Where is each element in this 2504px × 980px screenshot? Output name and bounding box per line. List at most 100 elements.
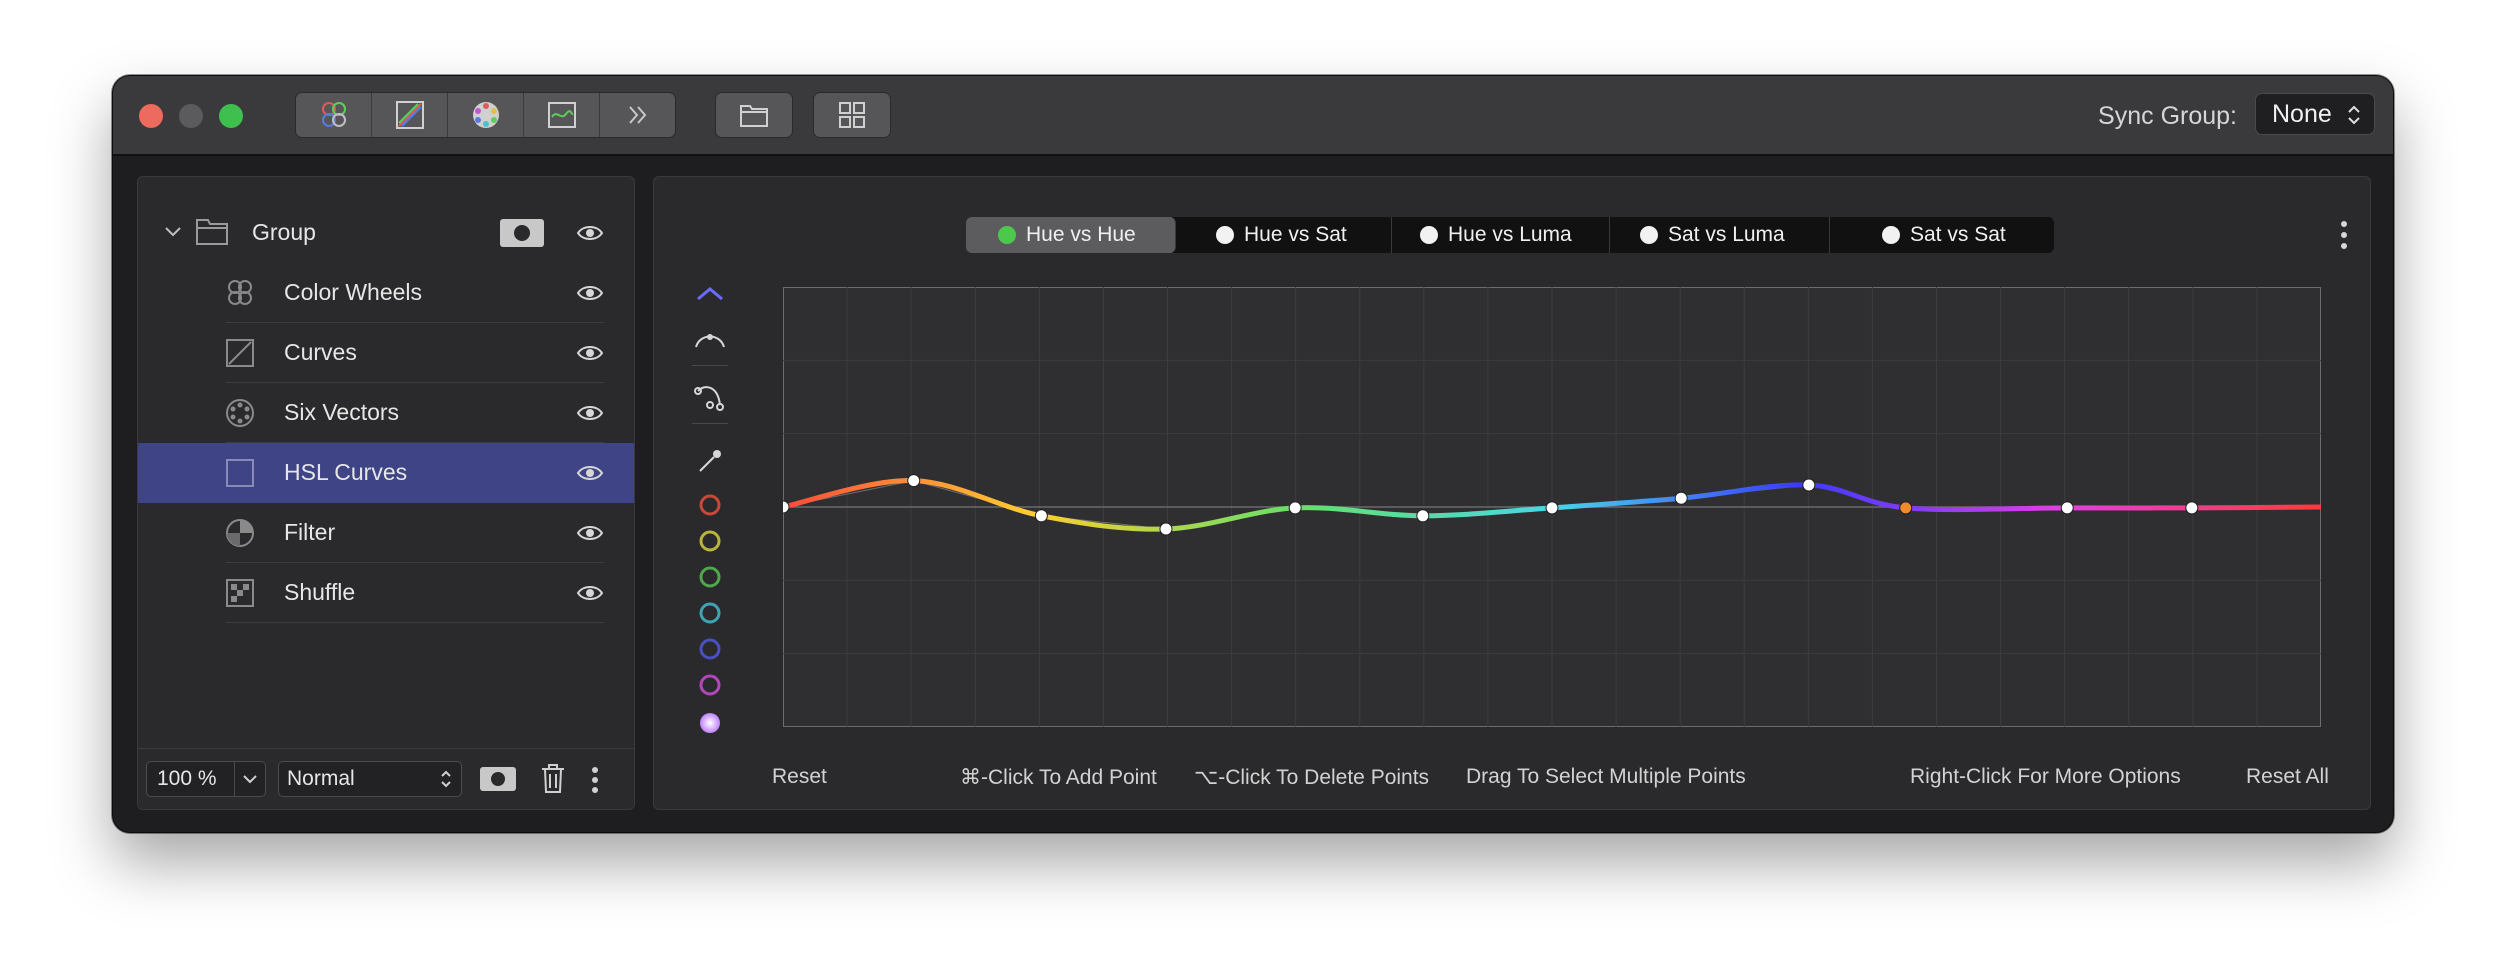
hue-swatch[interactable] <box>699 674 721 696</box>
tab-sat-vs-luma[interactable]: Sat vs Luma <box>1610 217 1830 253</box>
chevron-down-icon <box>243 775 257 784</box>
curve-mode-tabs: Hue vs Hue Hue vs Sat Hue vs Luma Sat vs… <box>966 217 2054 253</box>
eye-icon[interactable] <box>576 581 604 605</box>
eye-icon[interactable] <box>576 461 604 485</box>
row-divider <box>226 622 604 623</box>
tab-sat-vs-sat[interactable]: Sat vs Sat <box>1830 217 2054 253</box>
curve-point[interactable] <box>1034 509 1048 523</box>
grid-icon <box>839 102 865 128</box>
hsl-curves-window: Sync Group: None Group Color Wheels Curv… <box>112 75 2394 833</box>
curve-point-selected[interactable] <box>1899 501 1913 515</box>
curve-point[interactable] <box>2060 501 2074 515</box>
reset-button[interactable]: Reset <box>772 765 827 789</box>
eye-icon[interactable] <box>576 521 604 545</box>
eye-icon[interactable] <box>576 401 604 425</box>
layer-label: HSL Curves <box>284 459 408 485</box>
curve-point[interactable] <box>1674 491 1688 505</box>
layer-row-hsl-curves[interactable]: HSL Curves <box>138 443 634 503</box>
zoom-window-button[interactable] <box>219 104 243 128</box>
blend-mode-value: Normal <box>287 767 355 790</box>
all-hues-swatch[interactable] <box>700 713 720 733</box>
hue-swatch[interactable] <box>699 638 721 660</box>
hint-delete-points: ⌥-Click To Delete Points <box>1194 766 1430 789</box>
mask-button[interactable] <box>480 767 516 791</box>
folder-icon <box>740 105 768 127</box>
tab-label: Hue vs Sat <box>1244 223 1347 246</box>
curve-point[interactable] <box>907 474 921 488</box>
group-folder-icon <box>196 219 228 245</box>
hue-swatch[interactable] <box>699 602 721 624</box>
close-window-button[interactable] <box>139 104 163 128</box>
tab-color-dot <box>1640 226 1658 244</box>
bezier-tool-icon[interactable] <box>690 381 730 413</box>
curve-point[interactable] <box>1545 501 1559 515</box>
hue-swatch[interactable] <box>699 530 721 552</box>
curve-point[interactable] <box>1159 522 1173 536</box>
opacity-dropdown[interactable] <box>234 762 265 796</box>
layer-label: Filter <box>284 519 336 545</box>
color-wheels-button[interactable] <box>296 93 372 137</box>
blend-mode-select[interactable]: Normal <box>278 761 462 797</box>
tab-color-dot <box>1216 226 1234 244</box>
color-wheels-icon <box>228 280 252 305</box>
tab-hue-vs-luma[interactable]: Hue vs Luma <box>1392 217 1610 253</box>
layer-row-shuffle[interactable]: Shuffle <box>138 563 634 623</box>
tab-hue-vs-hue[interactable]: Hue vs Hue <box>966 217 1176 253</box>
tool-divider <box>692 365 728 366</box>
more-options-icon[interactable] <box>590 765 600 795</box>
tab-label: Hue vs Hue <box>1026 223 1136 246</box>
six-vectors-button[interactable] <box>448 93 524 137</box>
tab-color-dot <box>1882 226 1900 244</box>
hsl-curves-button[interactable] <box>524 93 600 137</box>
six-vectors-icon <box>472 102 499 128</box>
minimize-window-button[interactable] <box>179 104 203 128</box>
more-tools-button[interactable] <box>600 93 675 137</box>
trash-icon[interactable] <box>540 763 566 795</box>
layer-row-six-vectors[interactable]: Six Vectors <box>138 383 634 443</box>
eyedropper-icon[interactable] <box>694 445 726 477</box>
curve-point[interactable] <box>2185 501 2199 515</box>
layer-row-filter[interactable]: Filter <box>138 503 634 563</box>
mask-icon <box>514 225 530 241</box>
folder-button[interactable] <box>715 92 793 138</box>
hsl-icon <box>547 102 576 128</box>
layer-label: Curves <box>284 339 357 365</box>
curve-point[interactable] <box>1288 501 1302 515</box>
layer-row-curves[interactable]: Curves <box>138 323 634 383</box>
curve-graph[interactable] <box>783 287 2321 727</box>
eye-icon[interactable] <box>576 221 604 245</box>
grid-view-button[interactable] <box>813 92 891 138</box>
smooth-curve-tool-icon[interactable] <box>690 325 730 353</box>
disclosure-chevron-icon[interactable] <box>164 225 182 239</box>
tab-hue-vs-sat[interactable]: Hue vs Sat <box>1176 217 1392 253</box>
curves-icon <box>226 339 254 367</box>
curve-point[interactable] <box>1802 478 1816 492</box>
tool-divider <box>692 423 728 424</box>
sync-group-select[interactable]: None <box>2255 93 2375 135</box>
layer-label: Six Vectors <box>284 399 400 425</box>
curves-button[interactable] <box>372 93 448 137</box>
eye-icon[interactable] <box>576 341 604 365</box>
layer-label: Shuffle <box>284 579 356 605</box>
opacity-field[interactable]: 100 % <box>146 761 266 797</box>
peak-curve-tool-icon[interactable] <box>690 279 730 307</box>
tab-color-dot <box>1420 226 1438 244</box>
tab-label: Sat vs Luma <box>1668 223 1785 246</box>
group-mask-button[interactable] <box>500 219 544 247</box>
eye-icon[interactable] <box>576 281 604 305</box>
sync-group-label: Sync Group: <box>2098 102 2237 130</box>
reset-all-button[interactable]: Reset All <box>2246 765 2329 789</box>
layer-group-row[interactable]: Group <box>138 203 634 263</box>
hue-swatch[interactable] <box>699 566 721 588</box>
up-down-chevron-icon <box>441 770 451 788</box>
curves-panel: Hue vs Hue Hue vs Sat Hue vs Luma Sat vs… <box>653 176 2371 810</box>
layers-panel: Group Color Wheels Curves Six Vectors HS… <box>137 176 635 810</box>
hue-swatch[interactable] <box>699 494 721 516</box>
layers-footer: 100 % Normal <box>138 748 634 809</box>
tab-color-dot <box>998 226 1016 244</box>
layer-row-color-wheels[interactable]: Color Wheels <box>138 263 634 323</box>
more-options-icon[interactable] <box>2332 217 2356 253</box>
tab-label: Hue vs Luma <box>1448 223 1572 246</box>
hint-right-click: Right-Click For More Options <box>1910 765 2181 788</box>
curve-point[interactable] <box>1416 509 1430 523</box>
